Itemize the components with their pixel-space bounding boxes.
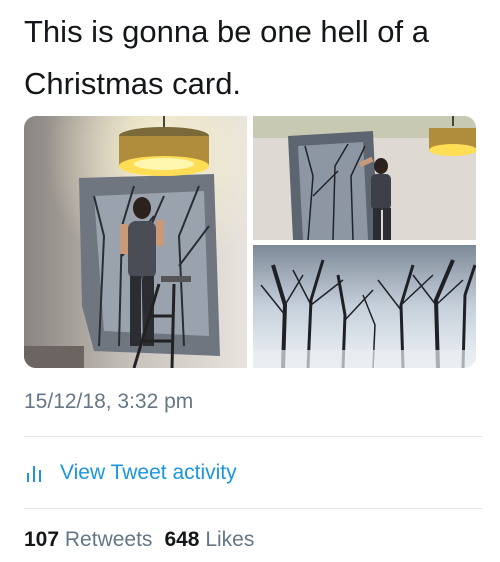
photo-mural-trees bbox=[253, 245, 476, 368]
likes-stat[interactable]: 648 Likes bbox=[164, 528, 254, 552]
photo-woman-painting bbox=[253, 116, 476, 240]
view-tweet-activity-link[interactable]: View Tweet activity bbox=[24, 448, 237, 498]
divider bbox=[24, 436, 482, 437]
likes-count: 648 bbox=[164, 528, 200, 551]
retweets-count: 107 bbox=[24, 528, 60, 551]
retweets-label: Retweets bbox=[64, 528, 153, 551]
media-photo-1[interactable] bbox=[24, 116, 247, 368]
media-grid bbox=[24, 116, 476, 368]
bar-chart-icon bbox=[27, 466, 41, 482]
media-photo-2[interactable] bbox=[253, 116, 476, 240]
tweet-stats: 107 Retweets 648 Likes bbox=[24, 528, 266, 552]
likes-label: Likes bbox=[205, 528, 255, 551]
retweets-stat[interactable]: 107 Retweets bbox=[24, 528, 152, 552]
tweet-text: This is gonna be one hell of a Christmas… bbox=[24, 14, 429, 101]
view-tweet-activity-label: View Tweet activity bbox=[60, 461, 237, 484]
divider bbox=[24, 508, 482, 509]
media-photo-3[interactable] bbox=[253, 245, 476, 368]
photo-woman-ladder bbox=[24, 116, 247, 368]
tweet-timestamp: 15/12/18, 3:32 pm bbox=[24, 390, 194, 413]
